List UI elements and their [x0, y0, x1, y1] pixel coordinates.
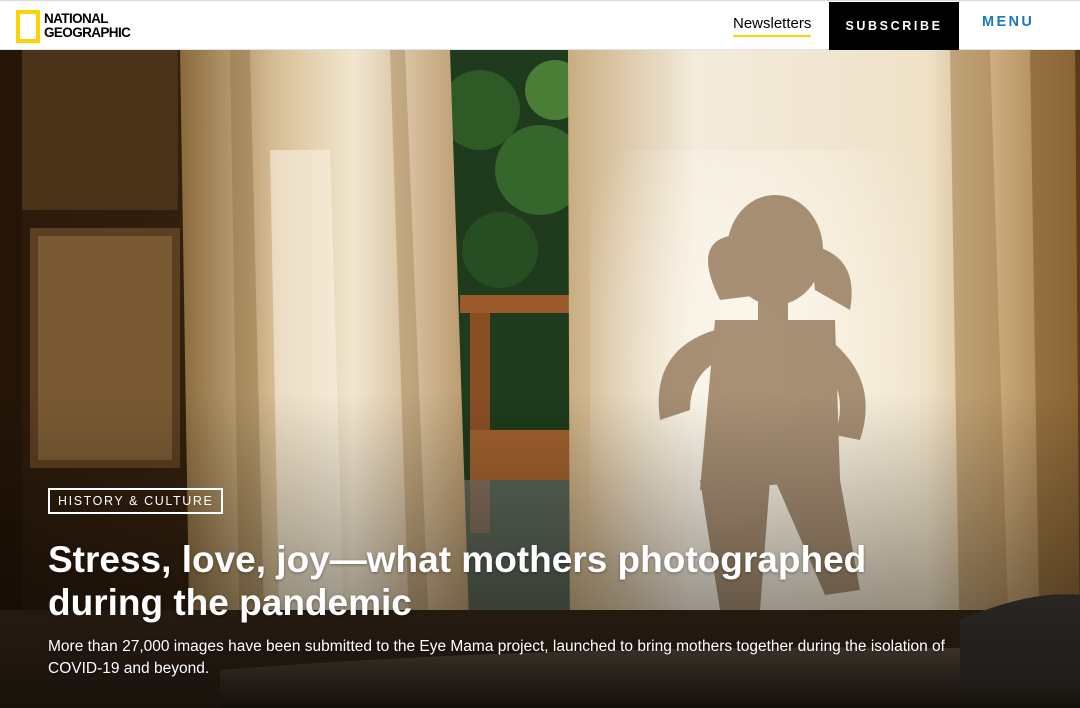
- site-header: NATIONAL GEOGRAPHIC Newsletters SUBSCRIB…: [0, 0, 1080, 50]
- newsletters-link[interactable]: Newsletters: [733, 15, 812, 37]
- menu-button[interactable]: MENU: [982, 14, 1034, 30]
- logo-line-2: GEOGRAPHIC: [44, 25, 131, 40]
- category-tag[interactable]: HISTORY & CULTURE: [48, 488, 224, 514]
- logo-line-1: NATIONAL: [44, 11, 109, 26]
- headline[interactable]: Stress, love, joy—what mothers photograp…: [48, 538, 948, 624]
- national-geographic-logo[interactable]: NATIONAL GEOGRAPHIC: [16, 9, 131, 43]
- logo-wordmark: NATIONAL GEOGRAPHIC: [44, 11, 131, 40]
- hero-content: HISTORY & CULTURE Stress, love, joy—what…: [48, 488, 1008, 680]
- hero: HISTORY & CULTURE Stress, love, joy—what…: [0, 50, 1080, 708]
- article-dek: More than 27,000 images have been submit…: [48, 638, 945, 677]
- subscribe-button[interactable]: SUBSCRIBE: [829, 2, 959, 50]
- yellow-border-icon: [16, 9, 40, 43]
